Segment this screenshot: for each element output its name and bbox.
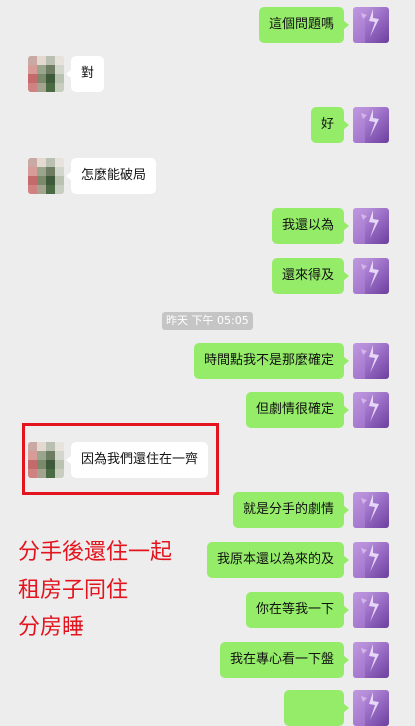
my-message-bubble[interactable]: 我還以為 <box>271 208 350 244</box>
my-message-bubble[interactable]: 這個問題嗎 <box>258 7 350 43</box>
message-timestamp: 昨天 下午 05:05 <box>162 312 253 330</box>
self-avatar-icon[interactable] <box>353 592 389 628</box>
annotation-line-2: 租房子同住 <box>18 578 129 603</box>
annotation-line-1: 分手後還住一起 <box>18 540 173 565</box>
annotation-line-3: 分房睡 <box>18 615 85 640</box>
self-avatar-icon[interactable] <box>353 690 389 726</box>
self-avatar-icon[interactable] <box>353 107 389 143</box>
self-avatar-icon[interactable] <box>353 642 389 678</box>
self-avatar-icon[interactable] <box>353 258 389 294</box>
my-message-bubble[interactable]: 你在等我一下 <box>245 592 350 628</box>
self-avatar-icon[interactable] <box>353 208 389 244</box>
self-avatar-icon[interactable] <box>353 542 389 578</box>
red-highlight-box <box>22 423 219 495</box>
their-message-bubble[interactable]: 怎麼能破局 <box>65 158 157 194</box>
contact-avatar-icon[interactable] <box>28 158 64 194</box>
my-message-bubble[interactable]: 我在專心看一下盤 <box>219 642 350 678</box>
my-message-bubble[interactable]: 但劇情很確定 <box>245 392 350 428</box>
self-avatar-icon[interactable] <box>353 392 389 428</box>
my-message-bubble[interactable]: 就是分手的劇情 <box>232 492 350 528</box>
my-message-bubble[interactable]: 還來得及 <box>271 258 350 294</box>
their-message-bubble[interactable]: 對 <box>65 56 105 92</box>
my-message-bubble[interactable]: 我原本還以為來的及 <box>206 542 350 578</box>
self-avatar-icon[interactable] <box>353 343 389 379</box>
self-avatar-icon[interactable] <box>353 7 389 43</box>
my-message-bubble-partial[interactable] <box>284 690 349 726</box>
my-message-bubble[interactable]: 時間點我不是那麼確定 <box>193 343 350 379</box>
self-avatar-icon[interactable] <box>353 492 389 528</box>
contact-avatar-icon[interactable] <box>28 56 64 92</box>
my-message-bubble[interactable]: 好 <box>310 107 350 143</box>
